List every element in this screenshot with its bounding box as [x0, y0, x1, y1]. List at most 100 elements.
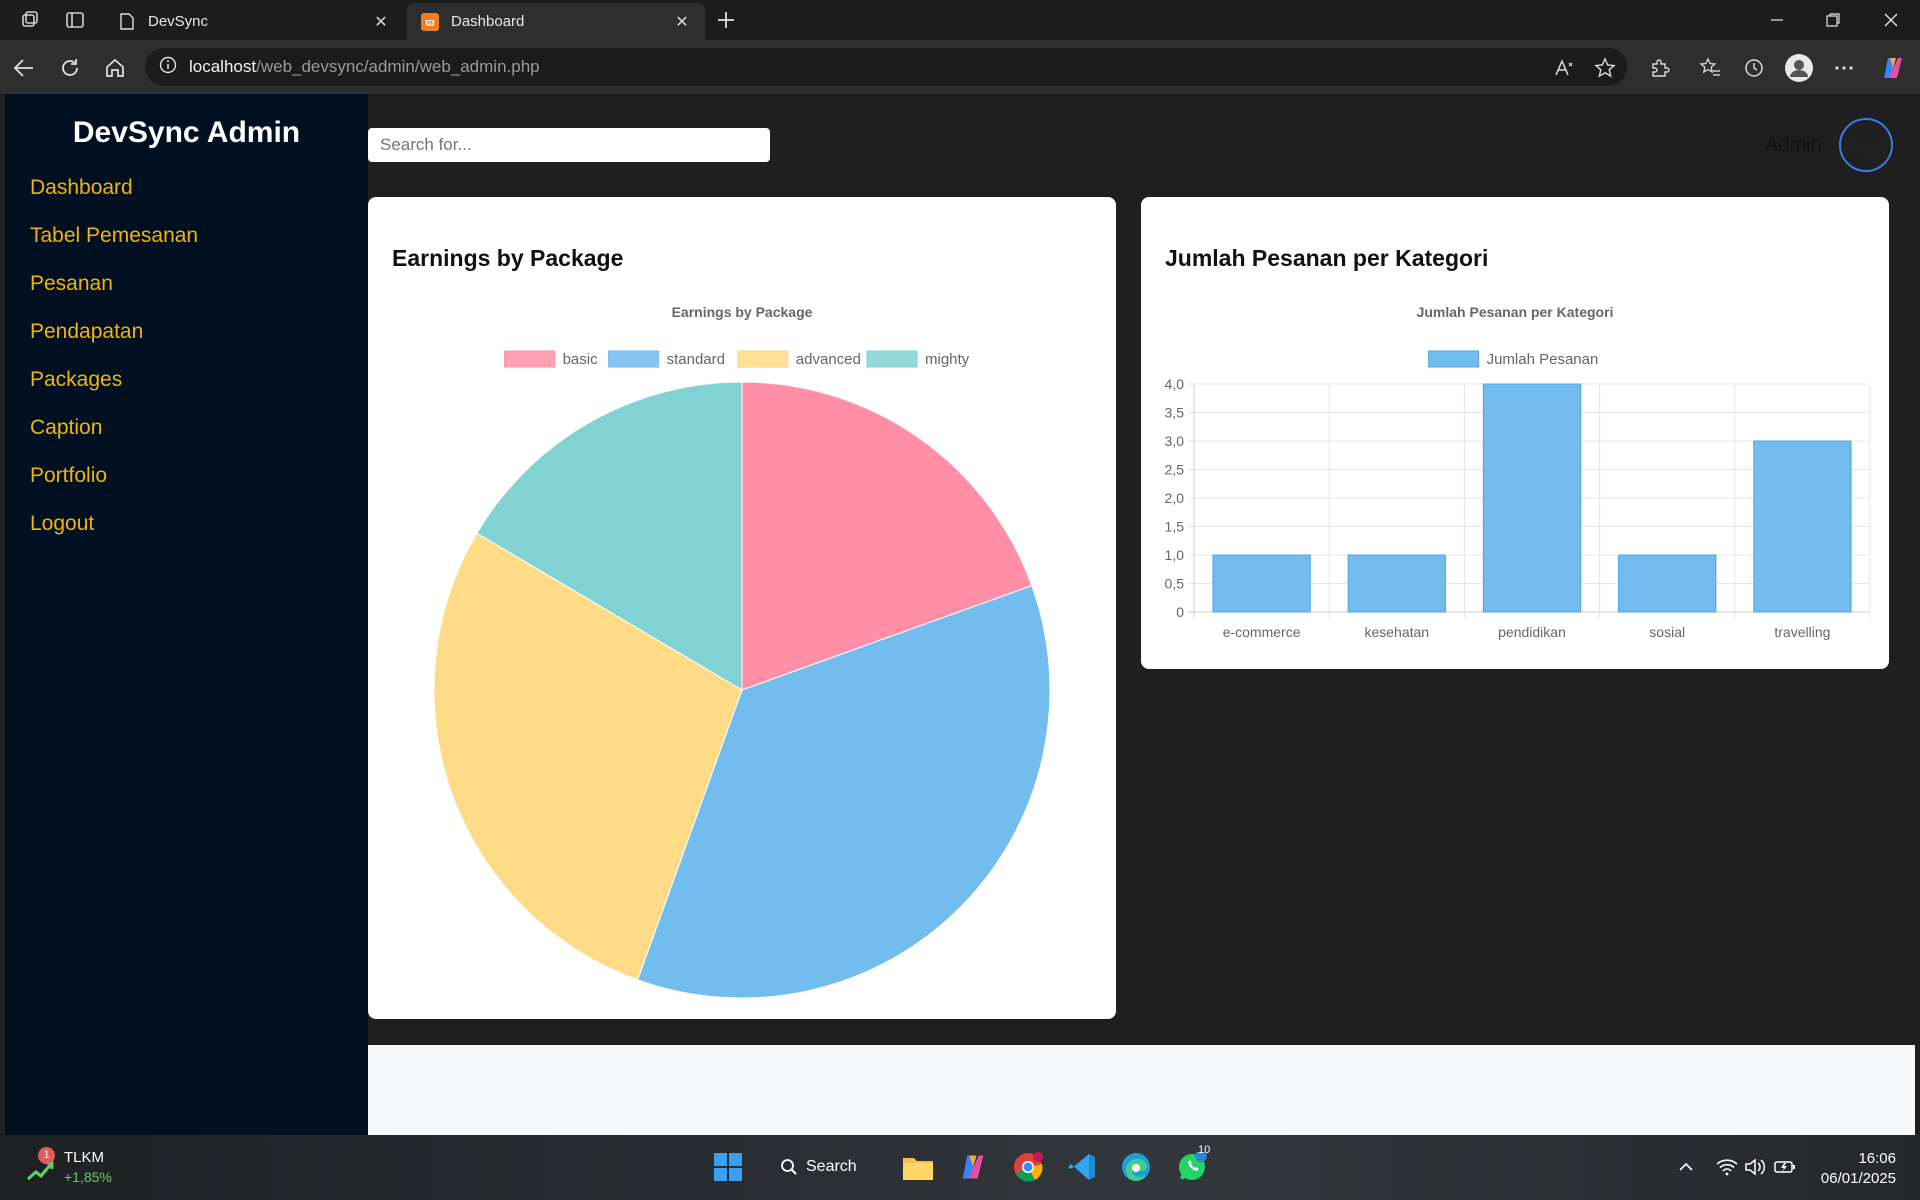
pie-chart-title: Earnings by Package [672, 304, 813, 320]
stock-symbol: TLKM [64, 1149, 105, 1166]
minimize-icon[interactable] [1749, 0, 1805, 40]
file-explorer-icon[interactable] [900, 1147, 936, 1187]
pie-legend-label[interactable]: basic [563, 351, 599, 368]
bar-y-tick-label: 1,5 [1165, 519, 1185, 535]
close-tab-icon[interactable]: ✕ [372, 13, 390, 31]
bar-y-tick-label: 0 [1176, 604, 1184, 620]
wifi-icon[interactable] [1714, 1147, 1740, 1187]
orders-category-card: Jumlah Pesanan per Kategori Jumlah Pesan… [1141, 197, 1889, 669]
restore-icon[interactable] [1805, 0, 1861, 40]
sidebar-item-pendapatan[interactable]: Pendapatan [30, 318, 198, 366]
sidebar-brand: DevSync Admin [72, 116, 301, 149]
new-tab-icon[interactable] [713, 8, 739, 32]
favorite-star-icon[interactable] [1590, 53, 1620, 83]
clock-date: 06/01/2025 [1820, 1170, 1896, 1187]
page-icon [118, 13, 136, 31]
taskbar-search[interactable]: Search [780, 1151, 857, 1183]
tab-title: Dashboard [451, 13, 525, 30]
bar-travelling[interactable] [1753, 440, 1852, 613]
url-text: localhost/web_devsync/admin/web_admin.ph… [189, 57, 540, 77]
home-icon[interactable] [100, 53, 130, 83]
volume-icon[interactable] [1742, 1147, 1768, 1187]
bar-y-tick-label: 4,0 [1165, 376, 1185, 392]
bar-x-tick-label: e-commerce [1223, 624, 1301, 640]
clock-time: 16:06 [1858, 1150, 1896, 1167]
tab-actions-icon[interactable] [62, 8, 88, 32]
svg-text:ϖ: ϖ [425, 17, 434, 29]
pie-legend-label[interactable]: mighty [925, 351, 970, 368]
system-clock[interactable]: 16:06 06/01/2025 [1821, 1149, 1896, 1189]
tab-dashboard[interactable]: ϖ Dashboard ✕ [407, 3, 705, 40]
bar-legend-swatch[interactable] [1428, 350, 1480, 368]
site-info-icon[interactable] [159, 56, 177, 79]
read-aloud-icon[interactable] [1550, 53, 1580, 83]
sidebar-item-caption[interactable]: Caption [30, 414, 198, 462]
pie-legend-swatch[interactable] [504, 350, 556, 368]
sidebar-item-tabel-pemesanan[interactable]: Tabel Pemesanan [30, 222, 198, 270]
bar-kesehatan[interactable] [1347, 554, 1446, 613]
copilot-app-icon[interactable] [955, 1147, 991, 1187]
close-window-icon[interactable] [1863, 0, 1919, 40]
chrome-icon[interactable] [1010, 1147, 1046, 1187]
sidebar-item-logout[interactable]: Logout [30, 510, 198, 558]
show-hidden-icons-icon[interactable] [1674, 1147, 1698, 1187]
battery-icon[interactable] [1772, 1147, 1798, 1187]
workspaces-icon[interactable] [17, 8, 43, 32]
tab-devsync[interactable]: DevSync ✕ [104, 3, 404, 40]
bar-y-tick-label: 3,5 [1165, 405, 1185, 421]
windows-start-icon[interactable] [708, 1147, 748, 1187]
avatar-alt-text: Profil [1843, 139, 1889, 161]
url-path: /web_devsync/admin/web_admin.php [256, 57, 540, 76]
page-content: DevSync Admin Dashboard Tabel Pemesanan … [5, 94, 1915, 1135]
bar-x-tick-label: pendidikan [1498, 624, 1566, 640]
bar-sosial[interactable] [1618, 554, 1717, 613]
edge-icon[interactable] [1118, 1147, 1154, 1187]
pie-legend-label[interactable]: advanced [796, 351, 861, 368]
search-icon [781, 1159, 797, 1175]
history-icon[interactable] [1739, 53, 1769, 83]
browser-tab-bar: DevSync ✕ ϖ Dashboard ✕ [0, 0, 1920, 40]
sidebar-item-dashboard[interactable]: Dashboard [30, 174, 198, 222]
sidebar-menu: Dashboard Tabel Pemesanan Pesanan Pendap… [30, 174, 198, 558]
sidebar-item-pesanan[interactable]: Pesanan [30, 270, 198, 318]
bar-e-commerce[interactable] [1212, 554, 1311, 613]
sidebar: DevSync Admin Dashboard Tabel Pemesanan … [5, 94, 368, 1135]
earnings-pie-chart: Earnings by Package basic standard advanced… [433, 304, 1051, 999]
bar-y-tick-label: 1,0 [1165, 547, 1185, 563]
bar-x-tick-label: travelling [1774, 624, 1830, 640]
pie-legend-swatch[interactable] [866, 350, 918, 368]
bar-y-tick-label: 2,5 [1165, 462, 1185, 478]
taskbar: 1 TLKM +1,85% Search 10 16:06 06/01/2025 [0, 1135, 1920, 1200]
bar-y-tick-label: 3,0 [1165, 433, 1185, 449]
bar-legend-label[interactable]: Jumlah Pesanan [1487, 351, 1599, 368]
stock-widget[interactable]: 1 TLKM +1,85% [22, 1147, 142, 1191]
pie-legend-label[interactable]: standard [667, 351, 725, 368]
extensions-icon[interactable] [1645, 53, 1675, 83]
orders-bar-chart: Jumlah Pesanan per Kategori Jumlah Pesana… [1165, 304, 1871, 640]
search-input[interactable] [368, 128, 770, 162]
close-tab-icon[interactable]: ✕ [673, 13, 691, 31]
sidebar-item-portfolio[interactable]: Portfolio [30, 462, 198, 510]
favorites-icon[interactable] [1695, 53, 1725, 83]
bar-pendidikan[interactable] [1482, 383, 1582, 613]
copilot-icon[interactable] [1878, 53, 1908, 83]
address-bar[interactable]: localhost/web_devsync/admin/web_admin.ph… [145, 48, 1627, 86]
refresh-icon[interactable] [55, 53, 85, 83]
xampp-icon: ϖ [421, 12, 439, 31]
more-options-icon[interactable] [1829, 53, 1859, 83]
sidebar-item-packages[interactable]: Packages [30, 366, 198, 414]
vscode-icon[interactable] [1064, 1147, 1100, 1187]
earnings-card: Earnings by Package Earnings by Package b… [368, 197, 1116, 1019]
whatsapp-icon[interactable]: 10 [1174, 1144, 1211, 1187]
profile-icon[interactable] [1784, 53, 1814, 83]
bar-y-tick-label: 2,0 [1165, 490, 1185, 506]
stock-change: +1,85% [64, 1169, 112, 1185]
tab-title: DevSync [148, 13, 209, 30]
whatsapp-badge: 10 [1198, 1144, 1211, 1156]
url-host: localhost [189, 57, 257, 76]
back-icon[interactable] [9, 53, 39, 83]
pie-legend-swatch[interactable] [608, 350, 660, 368]
pie-legend-swatch[interactable] [737, 350, 789, 368]
stock-badge: 1 [38, 1147, 55, 1164]
avatar[interactable]: Profil [1839, 118, 1893, 172]
